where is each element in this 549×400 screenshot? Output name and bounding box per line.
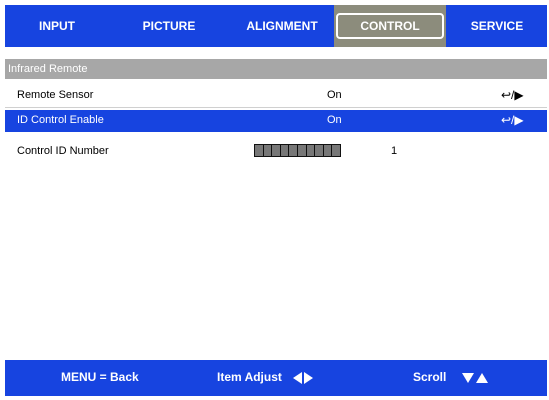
enter-arrow-icon[interactable]: ↩/▶ (501, 88, 524, 102)
menu-row-remote-sensor[interactable]: Remote Sensor On ↩/▶ (5, 85, 547, 107)
osd-menu: INPUT PICTURE ALIGNMENT CONTROL SERVICE … (4, 5, 548, 396)
slider-cell (272, 145, 280, 156)
slider-cell (297, 145, 306, 156)
menu-row-id-control-enable[interactable]: ID Control Enable On ↩/▶ (4, 109, 548, 133)
left-arrow-icon (293, 371, 303, 384)
control-id-value: 1 (391, 145, 398, 157)
slider-cell (332, 145, 340, 156)
up-arrow-icon (475, 372, 488, 383)
menu-back-hint: MENU = Back (61, 370, 139, 384)
tab-alignment[interactable]: ALIGNMENT (227, 5, 337, 47)
row-label: ID Control Enable (17, 114, 104, 126)
slider-cell (289, 145, 297, 156)
scroll-label: Scroll (413, 370, 447, 384)
slider-cell (315, 145, 323, 156)
section-header: Infrared Remote (5, 59, 547, 79)
down-arrow-icon (461, 372, 474, 383)
scroll-hint: Scroll (413, 370, 488, 384)
section-title: Infrared Remote (8, 63, 88, 75)
hint-bar: MENU = Back Item Adjust Scroll (5, 360, 547, 396)
slider-cell (255, 145, 263, 156)
tab-input-label: INPUT (39, 19, 75, 33)
tab-service-label: SERVICE (470, 19, 524, 33)
row-value: On (327, 89, 342, 101)
tab-picture[interactable]: PICTURE (117, 5, 221, 47)
row-divider (5, 107, 547, 108)
tab-input[interactable]: INPUT (5, 5, 109, 47)
item-adjust-hint: Item Adjust (217, 370, 314, 384)
item-adjust-label: Item Adjust (217, 370, 282, 384)
slider-cell (280, 145, 289, 156)
menu-row-control-id-number[interactable]: Control ID Number 1 (5, 141, 547, 163)
tab-picture-label: PICTURE (142, 19, 196, 33)
tab-service[interactable]: SERVICE (447, 5, 547, 47)
right-arrow-icon (304, 371, 314, 384)
slider-cell (306, 145, 315, 156)
tab-control[interactable]: CONTROL (334, 5, 446, 47)
slider-cell (323, 145, 332, 156)
row-label: Remote Sensor (17, 89, 94, 101)
tab-bar: INPUT PICTURE ALIGNMENT CONTROL SERVICE (5, 5, 547, 47)
control-id-slider[interactable] (254, 144, 341, 157)
tab-control-label: CONTROL (336, 13, 444, 39)
tab-alignment-label: ALIGNMENT (246, 19, 318, 33)
enter-arrow-icon[interactable]: ↩/▶ (501, 113, 524, 127)
row-value: On (327, 114, 342, 126)
slider-cell (263, 145, 272, 156)
row-label: Control ID Number (17, 145, 109, 157)
